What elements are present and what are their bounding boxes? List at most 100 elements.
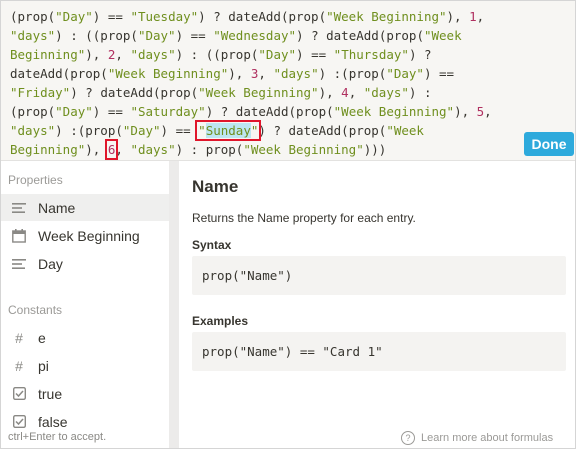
- constants-heading: Constants: [8, 303, 63, 317]
- checkbox-icon: [11, 415, 27, 428]
- property-label: Day: [38, 255, 63, 272]
- checkbox-icon: [11, 387, 27, 400]
- detail-title: Name: [192, 177, 239, 196]
- formula-token: "days": [130, 47, 176, 62]
- formula-token: "Thursday": [333, 47, 409, 62]
- formula-token: "Day": [258, 47, 297, 62]
- formula-line: "days") : ((prop("Day") == "Wednesday") …: [10, 26, 515, 45]
- formula-token: "Week Beginning": [333, 104, 455, 119]
- formula-line: (prop("Day") == "Saturday") ? dateAdd(pr…: [10, 102, 515, 121]
- formula-token: "Day": [55, 9, 93, 24]
- formula-token: ),: [446, 9, 470, 24]
- formula-token: Beginning": [10, 142, 86, 157]
- formula-token: ),: [85, 47, 108, 62]
- examples-heading: Examples: [192, 314, 249, 328]
- formula-token: dateAdd(prop(: [10, 66, 108, 81]
- constant-label: false: [38, 413, 68, 430]
- formula-token: ) ==: [296, 47, 334, 62]
- formula-token: ) ?: [408, 47, 432, 62]
- formula-token: "Day": [55, 104, 93, 119]
- formula-token: "days": [363, 85, 409, 100]
- highlight-box: "Sunday": [195, 120, 262, 141]
- formula-token: ) :: [408, 85, 432, 100]
- formula-token: "days": [273, 66, 319, 81]
- property-item-week-beginning[interactable]: Week Beginning: [1, 222, 169, 249]
- constant-label: pi: [38, 357, 49, 374]
- formula-token: ) : ((prop(: [55, 28, 138, 43]
- formula-token: ,: [348, 85, 364, 100]
- constant-item-pi[interactable]: # pi: [1, 352, 169, 379]
- formula-token: "days": [10, 123, 56, 138]
- formula-token: ) ==: [92, 104, 131, 119]
- property-item-name[interactable]: Name: [1, 194, 169, 221]
- formula-token: ) ==: [160, 123, 199, 138]
- example-code-block: prop("Name") == "Card 1": [192, 332, 566, 371]
- formula-token: "Week: [423, 28, 462, 43]
- formula-token: Beginning": [10, 47, 86, 62]
- formula-token: "Day": [137, 28, 176, 43]
- detail-panel: Name Returns the Name property for each …: [179, 161, 575, 448]
- text-lines-icon: [11, 258, 27, 270]
- text-lines-icon: [11, 202, 27, 214]
- formula-token: "Week Beginning": [326, 9, 447, 24]
- formula-sidebar: Properties Name Week Beginning Day Const…: [1, 161, 169, 448]
- formula-token: ,: [258, 66, 274, 81]
- formula-token: "Week Beginning": [243, 142, 364, 157]
- formula-token: "Week Beginning": [107, 66, 229, 81]
- properties-heading: Properties: [8, 173, 63, 187]
- help-circle-icon: ?: [401, 431, 415, 445]
- formula-line: dateAdd(prop("Week Beginning"), 3, "days…: [10, 64, 515, 83]
- constant-item-true[interactable]: true: [1, 380, 169, 407]
- formula-token: Sunday: [205, 123, 251, 138]
- formula-token: ))): [363, 142, 387, 157]
- learn-more-label: Learn more about formulas: [421, 432, 554, 444]
- constant-item-e[interactable]: # e: [1, 324, 169, 351]
- learn-more-link[interactable]: ? Learn more about formulas: [401, 431, 553, 445]
- formula-token: ,: [484, 104, 492, 119]
- formula-token: ) ? dateAdd(prop(: [198, 9, 327, 24]
- formula-token: "Week Beginning": [198, 85, 319, 100]
- formula-token: ),: [85, 142, 108, 157]
- detail-description: Returns the Name property for each entry…: [192, 211, 416, 225]
- formula-input-area[interactable]: (prop("Day") == "Tuesday") ? dateAdd(pro…: [1, 1, 575, 160]
- formula-line: (prop("Day") == "Tuesday") ? dateAdd(pro…: [10, 7, 515, 26]
- formula-editor-popup: (prop("Day") == "Tuesday") ? dateAdd(pro…: [0, 0, 576, 449]
- formula-token: "Saturday": [130, 104, 206, 119]
- property-item-day[interactable]: Day: [1, 250, 169, 277]
- formula-token: ) ==: [92, 9, 131, 24]
- formula-token: ) :(prop(: [55, 123, 123, 138]
- formula-token: ) ? dateAdd(prop(: [205, 104, 334, 119]
- formula-token: ) :(prop(: [318, 66, 387, 81]
- formula-token: ,: [115, 47, 131, 62]
- accept-hint: ctrl+Enter to accept.: [8, 431, 107, 443]
- formula-token: ) : ((prop(: [175, 47, 259, 62]
- constant-label: e: [38, 329, 46, 346]
- formula-token: 1: [469, 9, 477, 24]
- formula-line: "Friday") ? dateAdd(prop("Week Beginning…: [10, 83, 515, 102]
- syntax-heading: Syntax: [192, 238, 232, 252]
- formula-token: "Wednesday": [213, 28, 297, 43]
- formula-token: "Day": [386, 66, 424, 81]
- formula-token: ,: [476, 9, 485, 24]
- formula-token: (prop(: [10, 9, 56, 24]
- formula-token: ) ? dateAdd(prop(: [296, 28, 424, 43]
- formula-token: "days": [130, 142, 176, 157]
- formula-token: "Day": [122, 123, 161, 138]
- hash-icon: #: [15, 357, 23, 374]
- formula-token: "Tuesday": [130, 9, 199, 24]
- formula-token: ": [198, 123, 206, 138]
- constant-label: true: [38, 385, 63, 402]
- formula-token: ),: [228, 66, 251, 81]
- done-button[interactable]: Done: [524, 132, 574, 156]
- formula-token: ,: [115, 142, 131, 157]
- property-label: Name: [38, 199, 76, 216]
- formula-token: ) ==: [175, 28, 214, 43]
- formula-code[interactable]: (prop("Day") == "Tuesday") ? dateAdd(pro…: [10, 7, 515, 160]
- hash-icon: #: [15, 329, 23, 346]
- panel-resize-handle[interactable]: [169, 161, 179, 448]
- formula-token: ),: [318, 85, 342, 100]
- property-label: Week Beginning: [38, 227, 140, 244]
- syntax-code-block: prop("Name"): [192, 256, 566, 295]
- formula-line: "days") :(prop("Day") == "Sunday") ? dat…: [10, 120, 515, 141]
- formula-token: (prop(: [10, 104, 56, 119]
